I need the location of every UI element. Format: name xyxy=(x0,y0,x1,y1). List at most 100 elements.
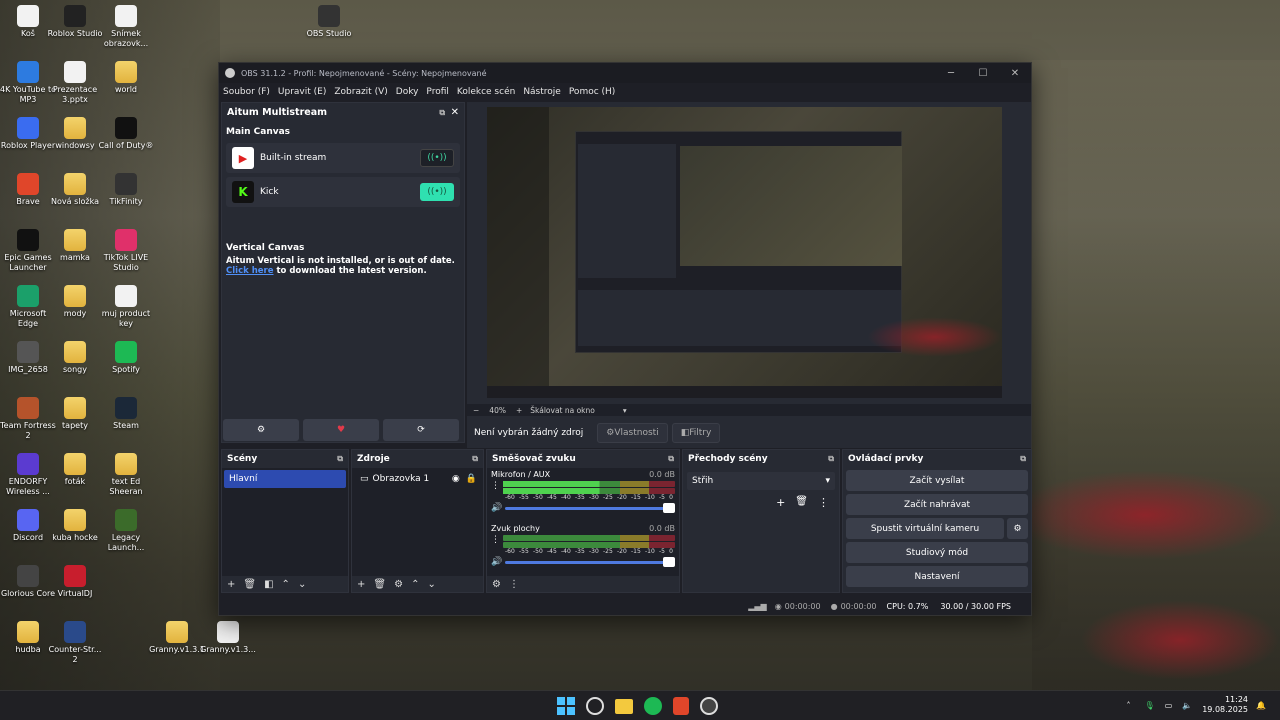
studio-mode-button[interactable]: Studiový mód xyxy=(846,542,1028,563)
undock-icon[interactable]: ⧉ xyxy=(668,454,674,464)
start-recording-button[interactable]: Začít nahrávat xyxy=(846,494,1028,515)
menu-help[interactable]: Pomoc (H) xyxy=(569,87,616,97)
network-icon[interactable]: ▭ xyxy=(1165,701,1173,710)
brave-icon[interactable] xyxy=(673,697,689,715)
undock-icon[interactable]: ⧉ xyxy=(337,454,343,464)
notification-icon[interactable]: 🔔 xyxy=(1256,701,1266,710)
stream-toggle-builtin[interactable]: ((•)) xyxy=(420,149,454,167)
donate-button[interactable]: ♥ xyxy=(303,419,379,441)
chevron-up-icon[interactable]: ⌃ xyxy=(411,579,419,590)
start-icon[interactable] xyxy=(557,697,575,715)
spotify-icon[interactable] xyxy=(644,697,662,715)
speaker-icon[interactable]: 🔈 xyxy=(1182,701,1192,710)
chevron-up-icon[interactable]: ˄ xyxy=(1127,701,1131,710)
desktop-icon[interactable]: TikTok LIVE Studio xyxy=(98,229,154,273)
preview-canvas[interactable] xyxy=(487,107,1002,398)
menu-docks[interactable]: Doky xyxy=(396,87,419,97)
microphone-icon[interactable]: 🎙 xyxy=(1145,701,1155,710)
chatgpt-icon[interactable] xyxy=(586,697,604,715)
slider-knob[interactable] xyxy=(663,502,675,513)
scene-item[interactable]: Hlavní xyxy=(224,470,346,488)
menu-scene-collection[interactable]: Kolekce scén xyxy=(457,87,515,97)
minimize-icon[interactable]: ─ xyxy=(935,68,967,79)
scale-mode[interactable]: Škálovat na okno xyxy=(530,406,595,415)
desktop-icon[interactable]: Nová složka xyxy=(47,173,103,207)
desktop-icon[interactable]: text Ed Sheeran xyxy=(98,453,154,497)
desktop-icon[interactable]: mody xyxy=(47,285,103,319)
chevron-down-icon[interactable]: ▾ xyxy=(623,406,627,415)
properties-button[interactable]: ⚙Vlastnosti xyxy=(597,423,668,443)
zoom-in-button[interactable]: + xyxy=(516,406,522,415)
trash-icon[interactable]: 🗑 xyxy=(373,579,386,590)
desktop-icon[interactable]: Spotify xyxy=(98,341,154,375)
kebab-icon[interactable]: ⋮ xyxy=(491,535,503,545)
kebab-icon[interactable]: ⋮ xyxy=(818,496,829,509)
undock-icon[interactable]: ⧉ xyxy=(472,454,478,464)
desktop-icon[interactable]: muj product key xyxy=(98,285,154,329)
desktop-icon[interactable]: TikFinity xyxy=(98,173,154,207)
clock[interactable]: 11:24 19.08.2025 xyxy=(1202,695,1248,715)
click-here-link[interactable]: Click here xyxy=(226,266,274,276)
settings-button[interactable]: Nastavení xyxy=(846,566,1028,587)
maximize-icon[interactable]: ☐ xyxy=(967,68,999,79)
desktop-icon[interactable]: foták xyxy=(47,453,103,487)
lock-icon[interactable]: 🔒 xyxy=(466,474,477,484)
desktop-icon[interactable]: Steam xyxy=(98,397,154,431)
chevron-up-icon[interactable]: ⌃ xyxy=(282,579,290,590)
obs-icon[interactable] xyxy=(700,697,718,715)
undock-icon[interactable]: ⧉ xyxy=(828,454,834,464)
kebab-icon[interactable]: ⋮ xyxy=(491,481,503,491)
trash-icon[interactable]: 🗑 xyxy=(243,579,256,590)
desktop-icon[interactable]: VirtualDJ xyxy=(47,565,103,599)
desktop-icon[interactable]: Granny.v1.3.1 xyxy=(149,621,205,655)
chevron-down-icon[interactable]: ⌄ xyxy=(298,579,306,590)
desktop-icon[interactable]: kuba hocke xyxy=(47,509,103,543)
desktop-icon[interactable]: Call of Duty® xyxy=(98,117,154,151)
menu-edit[interactable]: Upravit (E) xyxy=(278,87,326,97)
stream-toggle-kick[interactable]: ((•)) xyxy=(420,183,454,201)
desktop-icon[interactable]: windowsy xyxy=(47,117,103,151)
add-icon[interactable]: + xyxy=(227,579,235,590)
volume-icon[interactable]: 🔊 xyxy=(491,503,505,513)
advanced-audio-icon[interactable]: ⚙ xyxy=(492,579,501,590)
volume-icon[interactable]: 🔊 xyxy=(491,557,505,567)
transition-select[interactable]: Střih ▾ xyxy=(687,472,835,490)
kebab-icon[interactable]: ⋮ xyxy=(509,579,519,590)
desktop-icon[interactable]: tapety xyxy=(47,397,103,431)
menu-file[interactable]: Soubor (F) xyxy=(223,87,270,97)
zoom-out-button[interactable]: − xyxy=(473,406,479,415)
desktop-icon[interactable]: songy xyxy=(47,341,103,375)
update-button[interactable]: ⟳ xyxy=(383,419,459,441)
desktop-icon[interactable]: Prezentace 3.pptx xyxy=(47,61,103,105)
desktop-icon[interactable]: world xyxy=(98,61,154,95)
eye-icon[interactable]: ◉ xyxy=(452,474,460,484)
add-icon[interactable]: + xyxy=(776,496,785,509)
virtual-camera-settings-button[interactable]: ⚙ xyxy=(1007,518,1028,539)
desktop-icon[interactable]: Counter-Str... 2 xyxy=(47,621,103,665)
settings-button[interactable]: ⚙ xyxy=(223,419,299,441)
gear-icon[interactable]: ⚙ xyxy=(394,579,403,590)
close-icon[interactable]: ✕ xyxy=(999,68,1031,79)
filters-button[interactable]: ◧Filtry xyxy=(671,423,721,443)
source-item[interactable]: ▭ Obrazovka 1 ◉ 🔒 xyxy=(354,470,481,488)
filter-icon[interactable]: ◧ xyxy=(264,579,273,590)
menu-tools[interactable]: Nástroje xyxy=(523,87,561,97)
menu-view[interactable]: Zobrazit (V) xyxy=(334,87,387,97)
undock-icon[interactable]: ⧉ xyxy=(1020,454,1026,464)
trash-icon[interactable]: 🗑 xyxy=(795,496,808,509)
desktop-icon[interactable]: Roblox Studio xyxy=(47,5,103,39)
start-virtual-camera-button[interactable]: Spustit virtuální kameru xyxy=(846,518,1004,539)
undock-icon[interactable]: ⧉ ✕ xyxy=(439,107,459,118)
desktop-icon[interactable]: OBS Studio xyxy=(301,5,357,39)
desktop-icon[interactable]: Legacy Launch... xyxy=(98,509,154,553)
add-icon[interactable]: + xyxy=(357,579,365,590)
desktop-icon[interactable]: mamka xyxy=(47,229,103,263)
volume-slider[interactable] xyxy=(505,502,675,513)
desktop-icon[interactable]: Granny.v1.3... xyxy=(200,621,256,655)
desktop-icon[interactable]: Snímek obrazovk... xyxy=(98,5,154,49)
menu-profile[interactable]: Profil xyxy=(426,87,448,97)
file-explorer-icon[interactable] xyxy=(615,699,633,714)
start-streaming-button[interactable]: Začít vysílat xyxy=(846,470,1028,491)
chevron-down-icon[interactable]: ⌄ xyxy=(427,579,435,590)
volume-slider[interactable] xyxy=(505,556,675,567)
